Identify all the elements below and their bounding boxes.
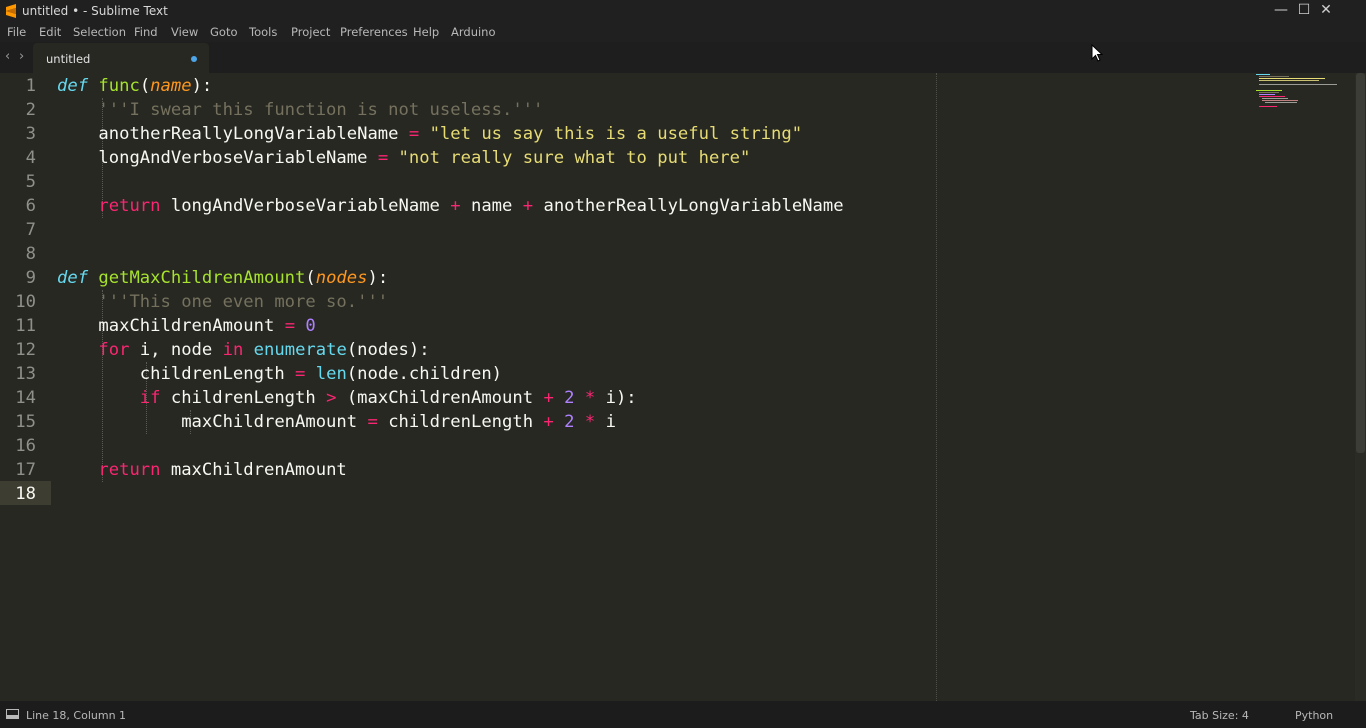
scrollbar-thumb[interactable]	[1356, 73, 1365, 453]
line-number-active: 18	[15, 484, 36, 504]
code-line-12: for i, node in enumerate(nodes):	[98, 340, 430, 360]
syntax-selector[interactable]: Python	[1295, 709, 1333, 722]
line-number: 2	[25, 100, 36, 120]
minimap-line	[1256, 74, 1270, 75]
code-line-15: maxChildrenAmount = childrenLength + 2 *…	[181, 412, 616, 432]
code-line-3: anotherReallyLongVariableName = "let us …	[98, 124, 803, 144]
line-number: 5	[25, 172, 36, 192]
menu-view[interactable]: View	[171, 25, 198, 39]
menu-bar: File Edit Selection Find View Goto Tools…	[0, 22, 1366, 42]
line-number: 15	[15, 412, 36, 432]
cursor-position: Line 18, Column 1	[26, 709, 127, 722]
sublime-logo-icon	[6, 4, 16, 18]
maximize-button[interactable]: ☐	[1292, 0, 1316, 20]
code-line-2: '''I swear this function is not useless.…	[98, 100, 544, 120]
minimap[interactable]	[1256, 73, 1352, 113]
menu-preferences[interactable]: Preferences	[340, 25, 408, 39]
tab-prev-icon[interactable]: ‹	[5, 49, 10, 64]
close-button[interactable]: ✕	[1314, 0, 1338, 20]
line-number: 17	[15, 460, 36, 480]
line-number: 4	[25, 148, 36, 168]
minimap-line	[1259, 84, 1337, 85]
line-number: 12	[15, 340, 36, 360]
panel-toggle-icon[interactable]	[6, 709, 19, 719]
code-line-13: childrenLength = len(node.children)	[139, 364, 503, 384]
code-line-1: def func(name):	[57, 76, 213, 96]
code-line-6: return longAndVerboseVariableName + name…	[98, 196, 844, 216]
title-bar: untitled • - Sublime Text — ☐ ✕	[0, 0, 1366, 22]
line-number: 11	[15, 316, 36, 336]
minimap-line	[1259, 80, 1319, 81]
minimap-line	[1259, 94, 1275, 95]
code-line-4: longAndVerboseVariableName = "not really…	[98, 148, 751, 168]
status-bar: Line 18, Column 1 Tab Size: 4 Python	[0, 701, 1366, 728]
window-title: untitled • - Sublime Text	[22, 4, 168, 18]
line-number: 3	[25, 124, 36, 144]
menu-project[interactable]: Project	[291, 25, 330, 39]
modified-dot-icon[interactable]	[191, 56, 197, 62]
line-number: 9	[25, 268, 36, 288]
tab-untitled[interactable]: untitled	[33, 43, 209, 73]
code-line-14: if childrenLength > (maxChildrenAmount +…	[139, 388, 637, 408]
minimap-line	[1262, 100, 1298, 101]
menu-tools[interactable]: Tools	[249, 25, 277, 39]
menu-help[interactable]: Help	[413, 25, 439, 39]
minimap-line	[1259, 96, 1285, 97]
code-line-9: def getMaxChildrenAmount(nodes):	[57, 268, 389, 288]
code-line-11: maxChildrenAmount = 0	[98, 316, 316, 336]
tab-next-icon[interactable]: ›	[19, 49, 24, 64]
menu-arduino[interactable]: Arduino	[451, 25, 496, 39]
minimap-line	[1259, 76, 1289, 77]
tab-label: untitled	[46, 52, 91, 66]
code-line-10: '''This one even more so.'''	[98, 292, 389, 312]
line-number: 14	[15, 388, 36, 408]
code-editor[interactable]: def func(name): '''I swear this function…	[57, 73, 927, 701]
line-number: 7	[25, 220, 36, 240]
line-number: 8	[25, 244, 36, 264]
line-number-gutter[interactable]: 1 2 3 4 5 6 7 8 9 10 11 12 13 14 15 16 1…	[0, 73, 50, 701]
line-number: 10	[15, 292, 36, 312]
minimap-line	[1256, 90, 1282, 91]
column-ruler	[936, 73, 937, 701]
menu-find[interactable]: Find	[134, 25, 158, 39]
menu-selection[interactable]: Selection	[73, 25, 126, 39]
line-number: 16	[15, 436, 36, 456]
menu-edit[interactable]: Edit	[39, 25, 61, 39]
menu-file[interactable]: File	[7, 25, 26, 39]
minimap-line	[1262, 98, 1288, 99]
menu-goto[interactable]: Goto	[210, 25, 238, 39]
minimap-line	[1259, 78, 1325, 79]
tab-size-selector[interactable]: Tab Size: 4	[1190, 709, 1249, 722]
mouse-pointer-icon	[1091, 44, 1103, 62]
minimap-line	[1259, 92, 1279, 93]
code-line-17: return maxChildrenAmount	[98, 460, 347, 480]
line-number: 1	[25, 76, 36, 96]
line-number: 13	[15, 364, 36, 384]
minimize-button[interactable]: —	[1269, 0, 1293, 20]
tab-bar: ‹ › untitled	[0, 42, 1366, 73]
minimap-line	[1265, 102, 1297, 103]
line-number: 6	[25, 196, 36, 216]
minimap-line	[1259, 106, 1277, 107]
